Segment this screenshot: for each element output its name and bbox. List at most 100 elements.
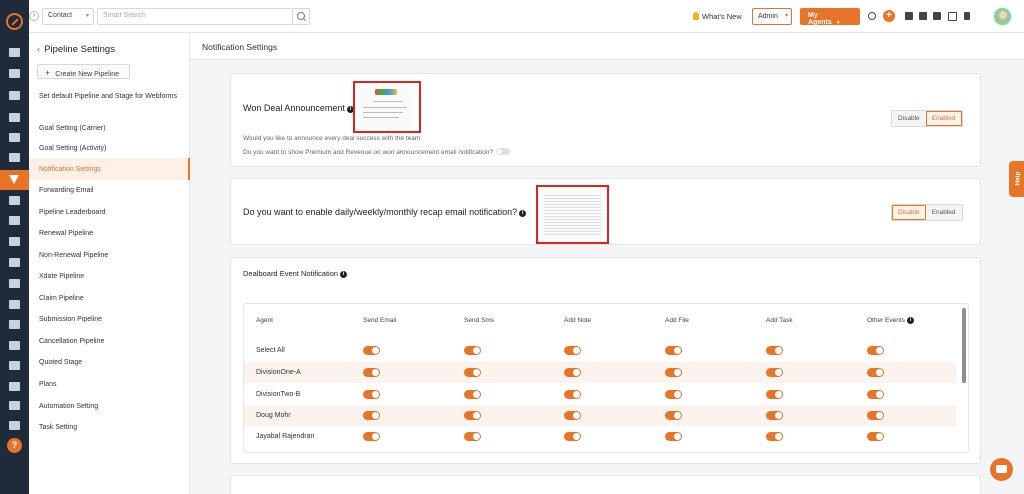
dollar-icon[interactable] (9, 382, 20, 391)
notification-toggle[interactable] (665, 368, 682, 377)
won-deal-enabled-button[interactable]: Enabled (925, 111, 962, 126)
notification-toggle[interactable] (363, 368, 380, 377)
notification-toggle[interactable] (867, 368, 884, 377)
notification-toggle[interactable] (766, 390, 783, 399)
next-card (230, 475, 981, 494)
column-header-add-note: Add Note (564, 317, 592, 324)
sidebar-title[interactable]: ‹ Pipeline Settings (37, 44, 115, 55)
settings-gear-icon[interactable] (9, 421, 20, 430)
info-icon[interactable]: i (906, 317, 914, 324)
folder-icon[interactable] (9, 258, 20, 267)
chevron-left-icon[interactable]: ‹ (37, 44, 40, 55)
sidebar-item-submission-pipeline[interactable]: Submission Pipeline (39, 315, 179, 324)
analytics-icon[interactable] (9, 401, 20, 410)
notification-toggle[interactable] (564, 432, 581, 441)
notification-toggle[interactable] (766, 432, 783, 441)
sidebar-item-cancellation-pipeline[interactable]: Cancellation Pipeline (39, 337, 179, 346)
file-icon[interactable] (9, 300, 20, 309)
sidebar-item-forwarding-email[interactable]: Forwarding Email (39, 186, 179, 195)
notification-toggle[interactable] (867, 432, 884, 441)
info-icon[interactable]: i (519, 210, 527, 217)
smart-search-input[interactable]: Smart Search (97, 8, 293, 25)
won-deal-title-text: Won Deal Announcement (243, 103, 345, 113)
sidebar-item-xdate-pipeline[interactable]: Xdate Pipeline (39, 272, 179, 281)
notification-toggle[interactable] (867, 390, 884, 399)
notification-toggle[interactable] (867, 411, 884, 420)
collapse-sidebar-button[interactable]: › (29, 11, 39, 21)
role-select[interactable]: Admin ▾ (752, 8, 792, 25)
dashboard-icon[interactable] (9, 48, 20, 57)
google-icon[interactable] (9, 279, 20, 288)
premium-revenue-toggle[interactable] (496, 148, 511, 155)
notification-toggle[interactable] (564, 411, 581, 420)
contacts-icon[interactable] (9, 69, 20, 78)
notification-toggle[interactable] (665, 390, 682, 399)
sidebar-item-non-renewal-pipeline[interactable]: Non-Renewal Pipeline (39, 251, 179, 260)
list-icon[interactable] (9, 133, 20, 142)
sidebar-item-goal-activity[interactable]: Goal Setting (Activity) (39, 144, 179, 153)
notification-toggle[interactable] (766, 411, 783, 420)
megaphone-icon[interactable] (9, 196, 20, 205)
notification-toggle[interactable] (363, 432, 380, 441)
notification-toggle[interactable] (867, 346, 884, 355)
create-new-pipeline-button[interactable]: + Create New Pipeline (37, 64, 130, 79)
notification-toggle[interactable] (464, 346, 481, 355)
sidebar-item-quoted-stage[interactable]: Quoted Stage (39, 358, 179, 367)
help-question-icon[interactable]: ? (7, 438, 22, 453)
phone-icon[interactable] (919, 12, 927, 20)
search-icon[interactable] (293, 8, 310, 25)
logout-icon[interactable] (933, 12, 941, 20)
recap-disable-button[interactable]: Disable (892, 205, 926, 220)
mobile-icon[interactable] (964, 12, 970, 20)
chat-icon[interactable] (990, 458, 1013, 481)
search-scope-select[interactable]: Contact ▾ (42, 8, 94, 25)
user-list-icon[interactable] (905, 12, 913, 20)
signature-icon[interactable] (9, 361, 20, 370)
bank-icon[interactable] (9, 113, 20, 122)
notification-toggle[interactable] (363, 390, 380, 399)
help-tab[interactable]: Help (1009, 161, 1024, 197)
sidebar-item-goal-carrier[interactable]: Goal Setting (Carrier) (39, 124, 179, 133)
notification-toggle[interactable] (464, 432, 481, 441)
add-icon[interactable]: + (883, 10, 895, 22)
sidebar-item-claim-pipeline[interactable]: Claim Pipeline (39, 294, 179, 303)
image-icon[interactable] (9, 153, 20, 162)
chip-icon[interactable] (948, 12, 957, 21)
user-avatar[interactable] (993, 7, 1012, 26)
notification-toggle[interactable] (363, 346, 380, 355)
notification-toggle[interactable] (564, 346, 581, 355)
calendar-icon[interactable] (9, 320, 20, 329)
notification-toggle[interactable] (464, 368, 481, 377)
sidebar-item-pipeline-leaderboard[interactable]: Pipeline Leaderboard (39, 208, 179, 217)
notification-toggle[interactable] (665, 346, 682, 355)
sidebar-item-notification-settings[interactable]: Notification Settings (29, 158, 190, 180)
notes-icon[interactable] (9, 216, 20, 225)
notification-toggle[interactable] (564, 390, 581, 399)
recap-enabled-button[interactable]: Enabled (926, 205, 962, 220)
notification-toggle[interactable] (665, 411, 682, 420)
sidebar-item-automation-setting[interactable]: Automation Setting (39, 402, 179, 411)
documents-icon[interactable] (9, 91, 20, 100)
notification-toggle[interactable] (766, 346, 783, 355)
whats-new-link[interactable]: What's New (693, 12, 742, 21)
notification-toggle[interactable] (766, 368, 783, 377)
app-logo-icon[interactable] (6, 13, 23, 30)
sidebar-item-task-setting[interactable]: Task Setting (39, 423, 179, 432)
notification-toggle[interactable] (464, 411, 481, 420)
chart-icon[interactable] (9, 237, 20, 246)
notification-toggle[interactable] (665, 432, 682, 441)
info-icon[interactable]: i (340, 271, 348, 278)
refresh-icon[interactable] (868, 12, 876, 20)
sidebar-item-plans[interactable]: Plans (39, 380, 179, 389)
won-deal-disable-button[interactable]: Disable (892, 111, 926, 126)
notification-toggle[interactable] (564, 368, 581, 377)
table-scrollbar[interactable] (962, 308, 966, 383)
my-agents-button[interactable]: My Agents ▼ (800, 8, 860, 26)
pipeline-filter-icon[interactable] (0, 170, 29, 190)
notification-toggle[interactable] (363, 411, 380, 420)
dealboard-title: Dealboard Event Notification i (243, 269, 348, 278)
sidebar-item-renewal-pipeline[interactable]: Renewal Pipeline (39, 229, 179, 238)
mail-icon[interactable] (9, 341, 20, 350)
notification-toggle[interactable] (464, 390, 481, 399)
sidebar-item-default-pipeline[interactable]: Set default Pipeline and Stage for Webfo… (39, 92, 179, 101)
